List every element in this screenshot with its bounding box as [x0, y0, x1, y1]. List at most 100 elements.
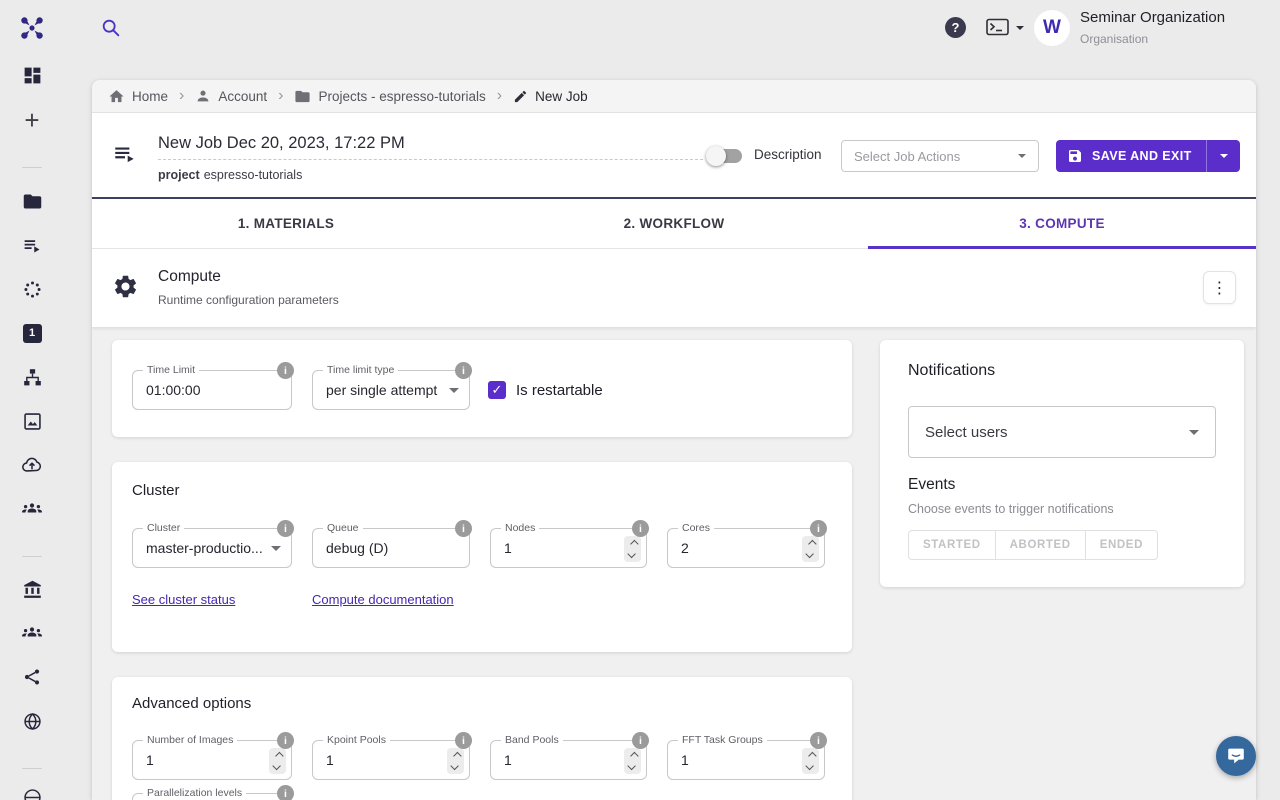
units-icon[interactable]: 1 — [21, 322, 43, 344]
logo-icon[interactable] — [18, 14, 46, 42]
info-icon[interactable]: i — [455, 362, 472, 379]
field-value: 2 — [681, 529, 689, 567]
stepper-down-icon[interactable] — [627, 550, 635, 558]
app-root: ? W Seminar Organization Organisation + — [0, 0, 1280, 800]
select-users-dropdown[interactable]: Select users — [908, 406, 1216, 458]
band-pools-stepper[interactable]: Band Pools 1 i — [490, 740, 647, 780]
number-stepper[interactable] — [624, 536, 641, 562]
stepper-up-icon[interactable] — [808, 540, 816, 548]
info-icon[interactable]: i — [632, 732, 649, 749]
time-limit-field[interactable]: Time Limit 01:00:00 i — [132, 370, 292, 410]
info-icon[interactable]: i — [277, 362, 294, 379]
search-icon[interactable] — [100, 17, 122, 39]
stepper-up-icon[interactable] — [275, 752, 283, 760]
breadcrumb-account[interactable]: Account — [195, 88, 267, 104]
job-title-underline — [158, 159, 703, 160]
jobs-icon[interactable] — [21, 234, 43, 256]
advanced-heading: Advanced options — [132, 695, 251, 712]
job-title[interactable]: New Job Dec 20, 2023, 17:22 PM — [158, 134, 405, 153]
event-aborted-button[interactable]: ABORTED — [995, 530, 1086, 560]
info-icon[interactable]: i — [277, 785, 294, 800]
field-label: Number of Images — [143, 734, 237, 746]
toggle-knob — [706, 146, 726, 166]
stepper-up-icon[interactable] — [808, 752, 816, 760]
job-actions-select[interactable]: Select Job Actions — [841, 140, 1039, 172]
event-ended-button[interactable]: ENDED — [1085, 530, 1158, 560]
stepper-down-icon[interactable] — [805, 762, 813, 770]
save-dropdown-button[interactable] — [1207, 140, 1240, 172]
chat-launcher-button[interactable] — [1216, 736, 1256, 776]
stepper-down-icon[interactable] — [627, 762, 635, 770]
field-value: 1 — [326, 741, 334, 779]
more-partial-icon[interactable] — [21, 786, 43, 800]
number-of-images-stepper[interactable]: Number of Images 1 i — [132, 740, 292, 780]
kebab-menu-button[interactable]: ⋮ — [1203, 271, 1236, 304]
breadcrumb-home[interactable]: Home — [108, 88, 168, 105]
cluster-status-link[interactable]: See cluster status — [132, 592, 235, 607]
avatar[interactable]: W — [1034, 10, 1070, 46]
tab-workflow[interactable]: 2. WORKFLOW — [480, 199, 868, 248]
add-new-icon[interactable]: + — [21, 109, 43, 131]
stepper-up-icon[interactable] — [453, 752, 461, 760]
workflows-icon[interactable] — [21, 366, 43, 388]
tab-compute[interactable]: 3. COMPUTE — [868, 199, 1256, 248]
folder-icon — [294, 88, 311, 105]
description-toggle[interactable] — [708, 149, 742, 163]
bank-icon[interactable] — [21, 578, 43, 600]
terminal-icon — [986, 18, 1012, 38]
stepper-up-icon[interactable] — [630, 540, 638, 548]
breadcrumb-project[interactable]: Projects - espresso-tutorials — [294, 88, 485, 105]
fft-task-groups-stepper[interactable]: FFT Task Groups 1 i — [667, 740, 825, 780]
organization-members-icon[interactable] — [21, 622, 43, 644]
images-icon[interactable] — [21, 410, 43, 432]
time-limit-type-select[interactable]: Time limit type per single attempt i — [312, 370, 470, 410]
notifications-heading: Notifications — [908, 362, 995, 380]
tab-materials[interactable]: 1. MATERIALS — [92, 199, 480, 248]
number-stepper[interactable] — [624, 748, 641, 774]
help-icon[interactable]: ? — [945, 17, 966, 38]
info-icon[interactable]: i — [455, 732, 472, 749]
breadcrumb-new-job[interactable]: New Job — [513, 89, 588, 104]
is-restartable-checkbox[interactable]: ✓ — [488, 381, 506, 399]
number-stepper[interactable] — [802, 748, 819, 774]
field-label: FFT Task Groups — [678, 734, 767, 746]
kpoint-pools-stepper[interactable]: Kpoint Pools 1 i — [312, 740, 470, 780]
stepper-down-icon[interactable] — [450, 762, 458, 770]
info-icon[interactable]: i — [632, 520, 649, 537]
number-stepper[interactable] — [802, 536, 819, 562]
materials-icon[interactable] — [21, 278, 43, 300]
number-stepper[interactable] — [447, 748, 464, 774]
explore-globe-icon[interactable] — [21, 710, 43, 732]
nodes-stepper[interactable]: Nodes 1 i — [490, 528, 647, 568]
projects-folder-icon[interactable] — [21, 190, 43, 212]
cloud-upload-icon[interactable] — [21, 454, 43, 476]
compute-documentation-link[interactable]: Compute documentation — [312, 592, 454, 607]
share-icon[interactable] — [21, 666, 43, 688]
section-subtitle: Runtime configuration parameters — [158, 293, 339, 307]
stepper-up-icon[interactable] — [630, 752, 638, 760]
chevron-down-icon — [1018, 154, 1026, 158]
stepper-down-icon[interactable] — [272, 762, 280, 770]
parallelization-levels-field[interactable]: Parallelization levels i — [132, 793, 292, 800]
chevron-down-icon — [1220, 154, 1228, 158]
info-icon[interactable]: i — [277, 520, 294, 537]
console-menu-button[interactable] — [986, 18, 1024, 38]
info-icon[interactable]: i — [810, 520, 827, 537]
info-icon[interactable]: i — [277, 732, 294, 749]
queue-field[interactable]: Queue debug (D) i — [312, 528, 470, 568]
info-icon[interactable]: i — [455, 520, 472, 537]
team-icon[interactable] — [21, 498, 43, 520]
sidebar-nav: + 1 — [0, 56, 64, 800]
project-label: project — [158, 168, 200, 182]
info-icon[interactable]: i — [810, 732, 827, 749]
dashboard-icon[interactable] — [21, 64, 43, 86]
organization-name[interactable]: Seminar Organization — [1080, 9, 1225, 26]
chevron-right-icon: › — [179, 88, 184, 104]
number-stepper[interactable] — [269, 748, 286, 774]
save-and-exit-button[interactable]: SAVE AND EXIT — [1056, 140, 1240, 172]
cores-stepper[interactable]: Cores 2 i — [667, 528, 825, 568]
cluster-select[interactable]: Cluster master-productio... i — [132, 528, 292, 568]
event-started-button[interactable]: STARTED — [908, 530, 996, 560]
stepper-down-icon[interactable] — [805, 550, 813, 558]
chevron-down-icon — [271, 546, 281, 551]
